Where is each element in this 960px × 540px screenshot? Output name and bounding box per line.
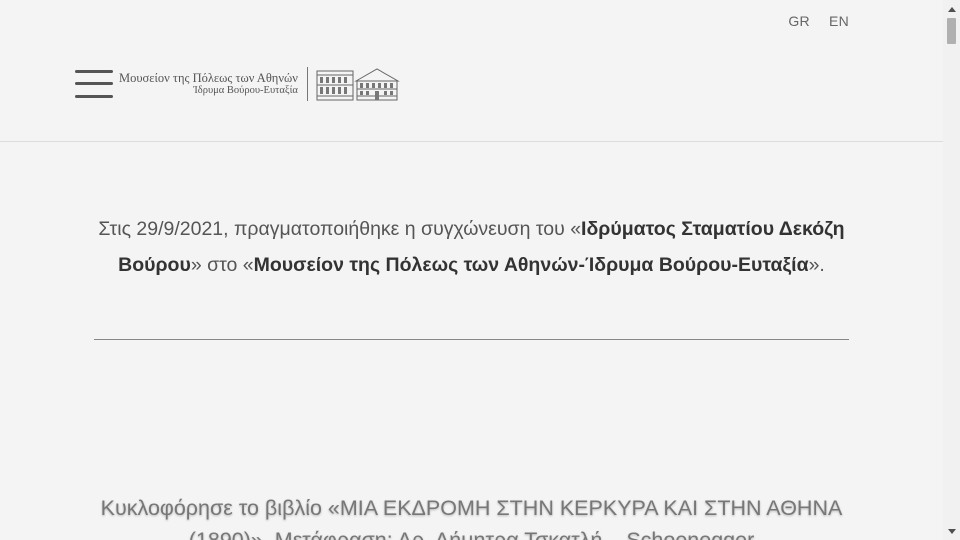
scrollbar-thumb[interactable]	[947, 18, 956, 44]
page: Μουσείον της Πόλεως των Αθηνών Ίδρυμα Βο…	[0, 0, 943, 540]
logo-text: Μουσείον της Πόλεως των Αθηνών Ίδρυμα Βο…	[119, 71, 298, 97]
section-divider	[94, 339, 849, 340]
museum-name: Μουσείον της Πόλεως των Αθηνών-Ίδρυμα Βο…	[253, 254, 809, 276]
logo-title: Μουσείον της Πόλεως των Αθηνών	[119, 70, 298, 85]
lang-en-link[interactable]: EN	[829, 13, 849, 29]
page-scrollbar[interactable]	[943, 0, 960, 540]
museum-building-icon	[316, 68, 400, 101]
museum-logo[interactable]: Μουσείον της Πόλεως των Αθηνών Ίδρυμα Βο…	[119, 66, 400, 102]
logo-subtitle: Ίδρυμα Βούρου-Ευταξία	[193, 85, 298, 97]
menu-hamburger-icon[interactable]	[75, 70, 113, 98]
announcement-text: ».	[808, 254, 825, 276]
scroll-up-arrow-icon[interactable]	[943, 2, 960, 16]
scroll-down-arrow-icon[interactable]	[943, 524, 960, 538]
logo-separator	[306, 67, 308, 101]
announcement-text: » στο «	[190, 254, 254, 276]
announcement-text: Στις 29/9/2021, πραγματοποιήθηκε η συγχώ…	[98, 218, 582, 240]
language-switcher: GR EN	[788, 13, 849, 29]
merger-announcement: Στις 29/9/2021, πραγματοποιήθηκε η συγχώ…	[94, 211, 849, 283]
book-release-heading[interactable]: Κυκλοφόρησε το βιβλίο «ΜΙΑ ΕΚΔΡΟΜΗ ΣΤΗΝ …	[94, 492, 849, 540]
lang-gr-link[interactable]: GR	[788, 13, 810, 29]
